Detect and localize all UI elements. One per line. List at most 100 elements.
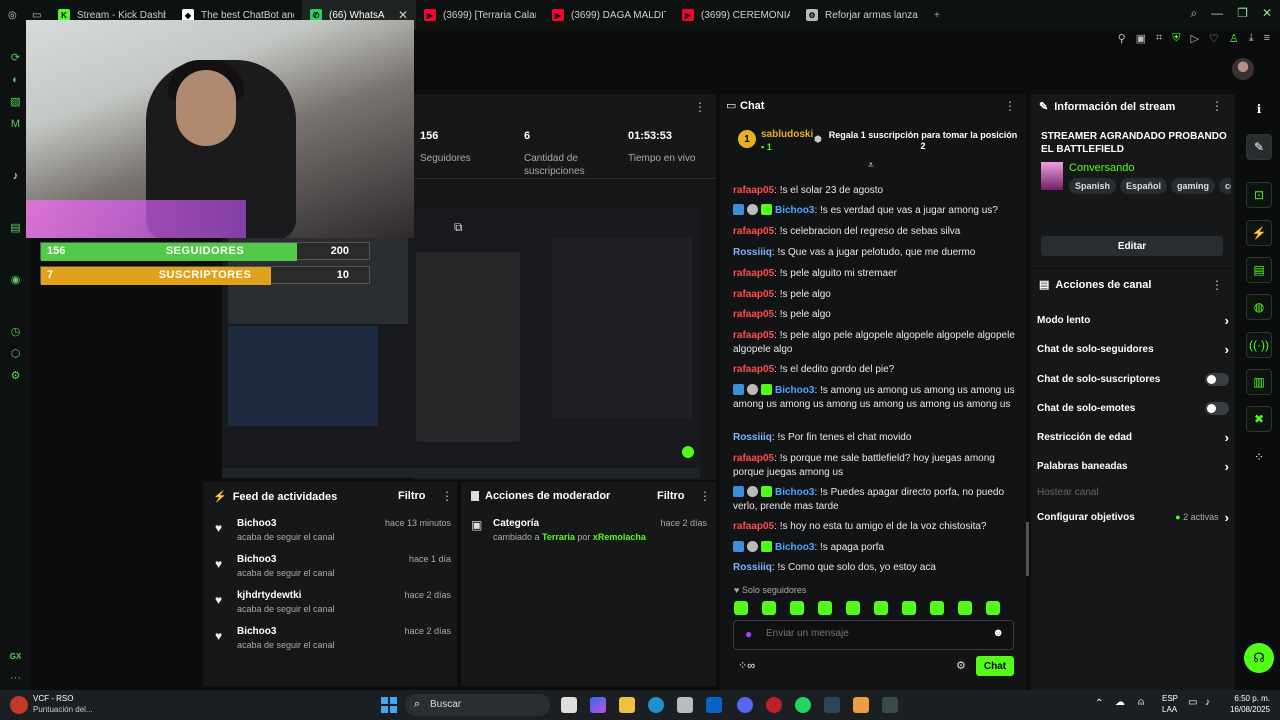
chat-username[interactable]: rafaap05 xyxy=(733,330,774,341)
chat-message[interactable]: Bichoo3: !s es verdad que vas a jugar am… xyxy=(733,204,1017,218)
emoji-icon[interactable]: ☻ xyxy=(992,627,1004,639)
emote-icon[interactable] xyxy=(790,601,804,615)
support-headset-icon[interactable]: ☊ xyxy=(1244,643,1274,673)
chat-message[interactable]: rafaap05: !s pele algo xyxy=(733,288,1017,302)
toggle-switch[interactable] xyxy=(1205,372,1229,386)
region-label[interactable]: LAA xyxy=(1162,705,1177,714)
mic-icon[interactable]: ⍝ xyxy=(1138,697,1144,708)
emote-icon[interactable] xyxy=(902,601,916,615)
scroll-down-icon[interactable]: ⩡ xyxy=(868,160,874,171)
chat-message[interactable]: rafaap05: !s porque me sale battlefield?… xyxy=(733,452,1017,480)
chat-username[interactable]: Bichoo3 xyxy=(775,542,814,553)
app-icon[interactable] xyxy=(853,697,869,713)
clock-icon[interactable]: ◷ xyxy=(9,326,22,339)
activity-feed-filter-button[interactable]: Filtro xyxy=(398,490,426,502)
network-icon[interactable]: ▭ xyxy=(1188,697,1197,708)
pin-icon[interactable]: ⚲ xyxy=(1118,32,1126,45)
channel-action-item[interactable]: Chat de solo-emotes xyxy=(1037,400,1229,416)
outlook-icon[interactable] xyxy=(706,697,722,713)
stream-tag[interactable]: Español xyxy=(1120,178,1168,194)
chat-bubble-icon[interactable]: ◍ xyxy=(1246,294,1272,320)
chat-settings-icon[interactable]: ⚙ xyxy=(956,659,966,672)
task-view-icon[interactable] xyxy=(561,697,577,713)
emote-icon[interactable] xyxy=(762,601,776,615)
app-window-icon[interactable] xyxy=(882,697,898,713)
channel-action-item[interactable]: Chat de solo-seguidores › xyxy=(1037,341,1229,357)
shield-icon[interactable]: ⛨ xyxy=(1172,32,1180,45)
screenshot-icon[interactable]: ▣ xyxy=(1136,32,1146,45)
opera-gx-icon[interactable] xyxy=(766,697,782,713)
emote-icon[interactable] xyxy=(930,601,944,615)
extensions-icon[interactable]: ⬡ xyxy=(9,348,22,361)
close-icon[interactable]: ✕ xyxy=(1262,6,1272,21)
document-icon[interactable]: ▤ xyxy=(1246,257,1272,283)
activity-feed-menu-icon[interactable]: ⋮ xyxy=(441,489,453,503)
chat-username[interactable]: Rossiiiq xyxy=(733,247,772,258)
chat-message[interactable]: rafaap05: !s pele algo xyxy=(733,308,1017,322)
messenger-icon[interactable]: ⟳ xyxy=(9,52,22,65)
mod-action-user-link[interactable]: xRemolacha xyxy=(593,532,646,542)
channel-actions-menu-icon[interactable]: ⋮ xyxy=(1211,278,1223,292)
pinned-sub-leader[interactable]: 1 sabludoski ▪ 1 ⬢ Regala 1 suscripción … xyxy=(720,122,1026,162)
chat-message[interactable]: Rossiiiq: !s Como que solo dos, yo estoy… xyxy=(733,561,1017,575)
chat-message[interactable]: Rossiiiq: !s Por fin tenes el chat movid… xyxy=(733,431,1017,445)
tiktok-icon[interactable]: ♪ xyxy=(9,170,22,183)
stream-tag[interactable]: col xyxy=(1219,178,1231,194)
chat-username[interactable]: rafaap05 xyxy=(733,268,774,279)
tray-chevron-icon[interactable]: ⌃ xyxy=(1095,698,1103,709)
layout-icon[interactable]: ▥ xyxy=(1246,369,1272,395)
chat-message[interactable]: Bichoo3: !s Puedes apagar directo porfa,… xyxy=(733,486,1017,514)
browser-tab[interactable]: ▶ (3699) DAGA MALDITA T xyxy=(544,0,674,30)
info-icon[interactable]: ℹ xyxy=(1246,96,1272,122)
chat-message[interactable]: rafaap05: !s celebracion del regreso de … xyxy=(733,225,1017,239)
twitch-icon[interactable]: ▤ xyxy=(9,222,22,235)
scan-icon[interactable]: ⊡ xyxy=(1246,182,1272,208)
download-icon[interactable]: ⤓ xyxy=(1249,32,1254,45)
chat-username[interactable]: rafaap05 xyxy=(733,521,774,532)
chat-username[interactable]: Bichoo3 xyxy=(775,487,814,498)
store-icon[interactable] xyxy=(677,697,693,713)
image-icon[interactable]: ▧ xyxy=(9,96,22,109)
minimize-icon[interactable]: — xyxy=(1211,6,1223,21)
steam-icon[interactable] xyxy=(824,697,840,713)
play-icon[interactable]: ▷ xyxy=(1190,32,1198,45)
chat-username[interactable]: Rossiiiq xyxy=(733,562,772,573)
mod-action-category-link[interactable]: Terraria xyxy=(542,532,575,542)
tools-icon[interactable]: ✖ xyxy=(1246,406,1272,432)
emote-icon[interactable] xyxy=(846,601,860,615)
chat-send-button[interactable]: Chat xyxy=(976,656,1014,676)
taskbar-search[interactable]: ⌕ Buscar xyxy=(405,694,550,716)
microphone-icon[interactable]: ● xyxy=(745,627,752,641)
browser-menu-icon[interactable]: ◎ xyxy=(0,0,24,30)
chat-input-box[interactable]: ● ☻ xyxy=(733,620,1014,650)
chat-username[interactable]: rafaap05 xyxy=(733,309,774,320)
chat-message[interactable]: rafaap05: !s pele algo pele algopele alg… xyxy=(733,329,1017,357)
chat-username[interactable]: Bichoo3 xyxy=(775,385,814,396)
channel-action-item[interactable]: Chat de solo-suscriptores xyxy=(1037,371,1229,387)
clock-date[interactable]: 16/08/2025 xyxy=(1230,705,1270,714)
chat-message[interactable]: rafaap05: !s hoy no esta tu amigo el de … xyxy=(733,520,1017,534)
spotify-icon[interactable] xyxy=(795,697,811,713)
clock-time[interactable]: 6:50 p. m. xyxy=(1234,694,1270,703)
chat-message[interactable]: Bichoo3: !s among us among us among us a… xyxy=(733,384,1017,412)
emote-icon[interactable] xyxy=(986,601,1000,615)
crop-icon[interactable]: ⌗ xyxy=(1156,32,1162,45)
chat-message[interactable]: Bichoo3: !s apaga porfa xyxy=(733,541,1017,555)
mod-actions-menu-icon[interactable]: ⋮ xyxy=(699,489,711,503)
chat-message[interactable]: rafaap05: !s el solar 23 de agosto xyxy=(733,184,1017,198)
toggle-switch[interactable] xyxy=(1205,401,1229,415)
emote-icon[interactable] xyxy=(734,601,748,615)
emote-icon[interactable] xyxy=(958,601,972,615)
chat-username[interactable]: rafaap05 xyxy=(733,289,774,300)
stream-tag[interactable]: Spanish xyxy=(1069,178,1117,194)
edge-icon[interactable] xyxy=(648,697,664,713)
stream-category[interactable]: Conversando xyxy=(1069,162,1134,174)
chat-message[interactable]: Rossiiiq: !s Que vas a jugar pelotudo, q… xyxy=(733,246,1017,260)
apps-icon[interactable]: ⁘ xyxy=(1246,444,1272,470)
chat-username[interactable]: Bichoo3 xyxy=(775,205,814,216)
player-icon[interactable]: ◉ xyxy=(9,274,22,287)
gx-icon[interactable]: GX xyxy=(9,650,22,663)
channel-action-item[interactable]: Modo lento › xyxy=(1037,312,1229,328)
avatar[interactable] xyxy=(1232,58,1254,80)
tray-app-icon[interactable]: ☁ xyxy=(1115,697,1125,708)
